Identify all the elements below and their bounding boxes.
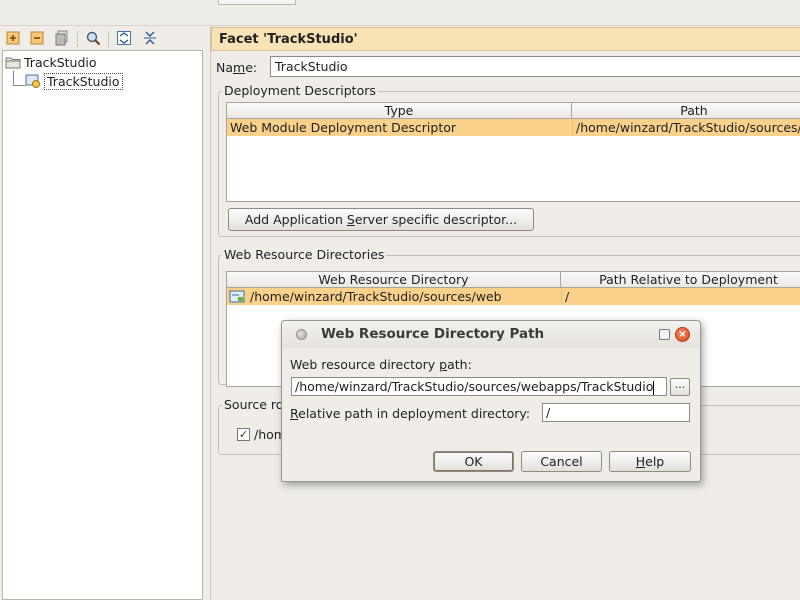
cancel-button[interactable]: Cancel	[521, 451, 602, 472]
add-server-descriptor-button[interactable]: Add Application Server specific descript…	[228, 208, 534, 231]
relative-path-input[interactable]: /	[542, 403, 690, 422]
table-cell-path: /home/winzard/TrackStudio/sources/	[576, 120, 800, 135]
path-label: Web resource directory path:	[290, 357, 472, 372]
name-label: Name:	[216, 60, 258, 75]
tree-child-node[interactable]: TrackStudio	[25, 72, 123, 90]
tab-remnant[interactable]	[218, 0, 296, 5]
deployment-descriptors-title: Deployment Descriptors	[222, 83, 378, 98]
help-button[interactable]: Help	[609, 451, 691, 472]
tree-root-label: TrackStudio	[24, 54, 97, 70]
web-resource-path-dialog: Web Resource Directory Path × Web resour…	[281, 320, 701, 482]
web-folder-icon	[229, 288, 247, 305]
text-caret	[653, 380, 655, 395]
web-facet-icon	[25, 74, 41, 88]
deployment-descriptors-table[interactable]: Type Path Web Module Deployment Descript…	[226, 102, 800, 202]
top-strip	[0, 0, 800, 26]
search-icon[interactable]	[84, 29, 102, 47]
source-root-checkbox[interactable]: ✓	[237, 428, 250, 441]
ok-button[interactable]: OK	[433, 451, 514, 472]
tree-toolbar	[0, 26, 205, 50]
folder-icon	[5, 55, 21, 69]
toolbar-separator	[108, 31, 109, 47]
window-menu-icon[interactable]	[296, 329, 307, 340]
expand-plus-icon[interactable]	[4, 29, 22, 47]
facet-panel: Facet 'TrackStudio' Name: TrackStudio De…	[210, 27, 800, 600]
column-header-path[interactable]: Path	[572, 103, 800, 119]
tree-connector	[13, 71, 14, 86]
table-cell-relative: /	[565, 289, 570, 304]
facet-title: Facet 'TrackStudio'	[211, 27, 800, 51]
column-header-directory[interactable]: Web Resource Directory	[227, 272, 561, 288]
close-icon[interactable]: ×	[675, 327, 690, 342]
collapse-all-icon[interactable]	[141, 29, 159, 47]
table-cell-directory: /home/winzard/TrackStudio/sources/web	[250, 289, 502, 304]
dialog-title: Web Resource Directory Path	[321, 326, 545, 342]
source-roots-title: Source ro	[222, 397, 286, 412]
column-header-relative-path[interactable]: Path Relative to Deployment	[561, 272, 800, 288]
collapse-minus-icon[interactable]	[28, 29, 46, 47]
path-input[interactable]: /home/winzard/TrackStudio/sources/webapp…	[291, 377, 667, 396]
copy-icon[interactable]	[53, 29, 71, 47]
relative-path-label: Relative path in deployment directory:	[290, 406, 531, 421]
tree-connector	[13, 85, 25, 86]
table-cell-type: Web Module Deployment Descriptor	[230, 120, 457, 135]
column-header-type[interactable]: Type	[227, 103, 572, 119]
toolbar-separator	[77, 31, 78, 47]
tree-child-label: TrackStudio	[44, 72, 123, 90]
web-resource-directories-title: Web Resource Directories	[222, 247, 387, 262]
maximize-icon[interactable]	[659, 329, 670, 340]
name-field[interactable]: TrackStudio	[270, 56, 800, 77]
expand-all-icon[interactable]	[115, 29, 133, 47]
tree-root-node[interactable]: TrackStudio	[5, 53, 97, 71]
browse-button[interactable]: ...	[670, 378, 690, 396]
project-tree: TrackStudio TrackStudio	[2, 50, 203, 600]
